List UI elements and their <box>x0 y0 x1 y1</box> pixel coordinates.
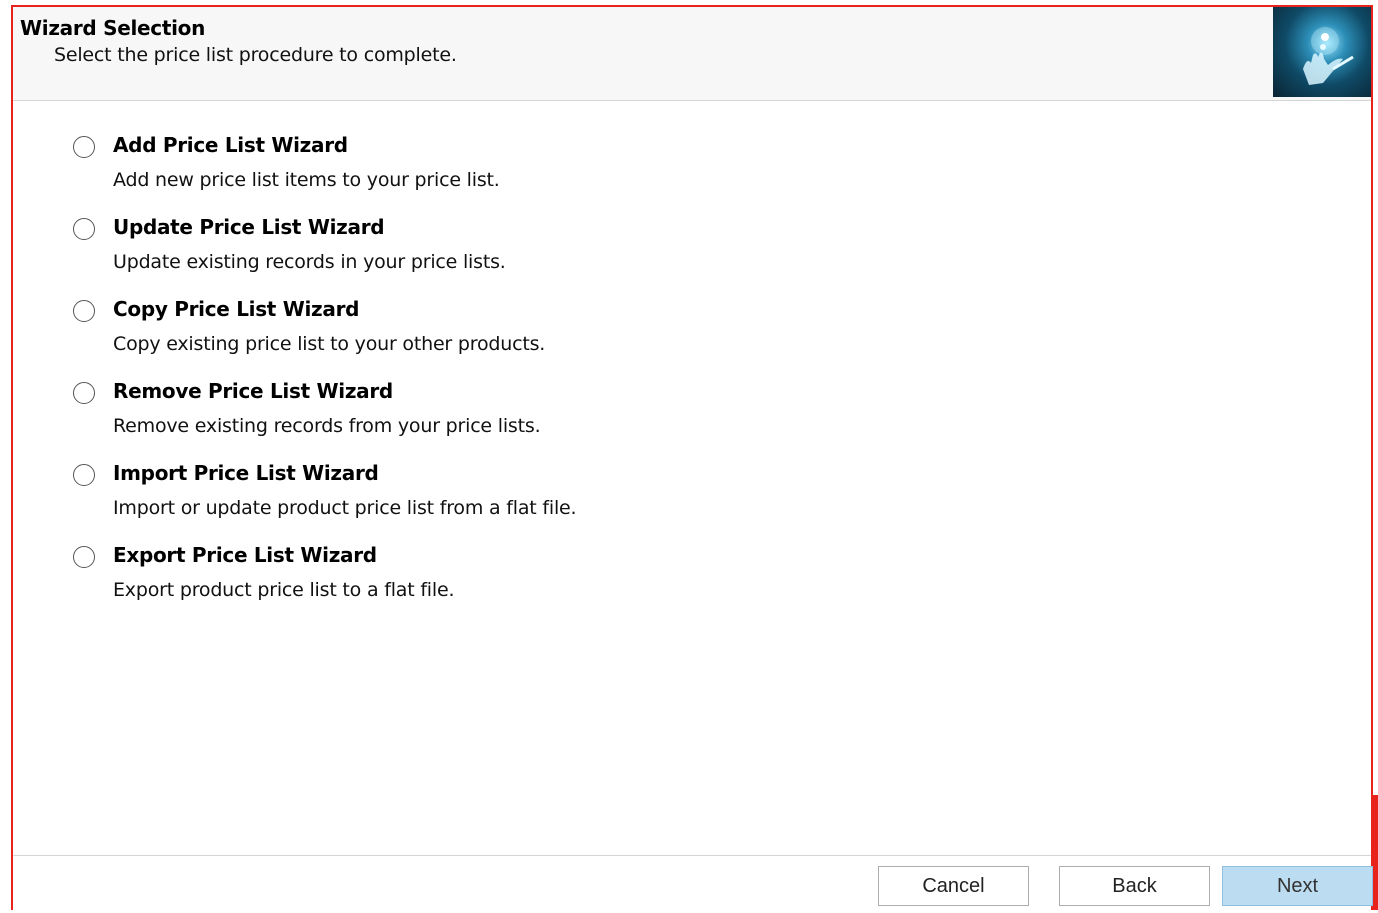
radio-button[interactable] <box>73 136 95 158</box>
page-subtitle: Select the price list procedure to compl… <box>54 44 457 66</box>
radio-button[interactable] <box>73 218 95 240</box>
radio-button[interactable] <box>73 464 95 486</box>
option-title: Add Price List Wizard <box>113 133 348 157</box>
option-title: Import Price List Wizard <box>113 461 379 485</box>
option-description: Import or update product price list from… <box>113 497 577 519</box>
radio-button[interactable] <box>73 300 95 322</box>
option-copy-price-list[interactable]: Copy Price List Wizard Copy existing pri… <box>13 291 713 369</box>
option-description: Update existing records in your price li… <box>113 251 506 273</box>
option-description: Copy existing price list to your other p… <box>113 333 546 355</box>
option-remove-price-list[interactable]: Remove Price List Wizard Remove existing… <box>13 373 713 451</box>
cancel-button[interactable]: Cancel <box>878 866 1029 906</box>
wizard-header: Wizard Selection Select the price list p… <box>13 7 1371 101</box>
page-title: Wizard Selection <box>20 16 206 40</box>
option-title: Update Price List Wizard <box>113 215 385 239</box>
radio-button[interactable] <box>73 382 95 404</box>
option-description: Export product price list to a flat file… <box>113 579 455 601</box>
option-add-price-list[interactable]: Add Price List Wizard Add new price list… <box>13 127 713 205</box>
option-description: Add new price list items to your price l… <box>113 169 500 191</box>
option-import-price-list[interactable]: Import Price List Wizard Import or updat… <box>13 455 713 533</box>
option-title: Remove Price List Wizard <box>113 379 393 403</box>
option-title: Copy Price List Wizard <box>113 297 360 321</box>
hand-light-icon <box>1273 7 1371 97</box>
option-export-price-list[interactable]: Export Price List Wizard Export product … <box>13 537 713 615</box>
radio-button[interactable] <box>73 546 95 568</box>
option-update-price-list[interactable]: Update Price List Wizard Update existing… <box>13 209 713 287</box>
wizard-footer: Cancel Back Next <box>13 855 1373 913</box>
window-edge-accent <box>1373 795 1378 910</box>
option-title: Export Price List Wizard <box>113 543 377 567</box>
next-button[interactable]: Next <box>1222 866 1373 906</box>
option-description: Remove existing records from your price … <box>113 415 541 437</box>
back-button[interactable]: Back <box>1059 866 1210 906</box>
wizard-dialog: Wizard Selection Select the price list p… <box>11 5 1373 913</box>
